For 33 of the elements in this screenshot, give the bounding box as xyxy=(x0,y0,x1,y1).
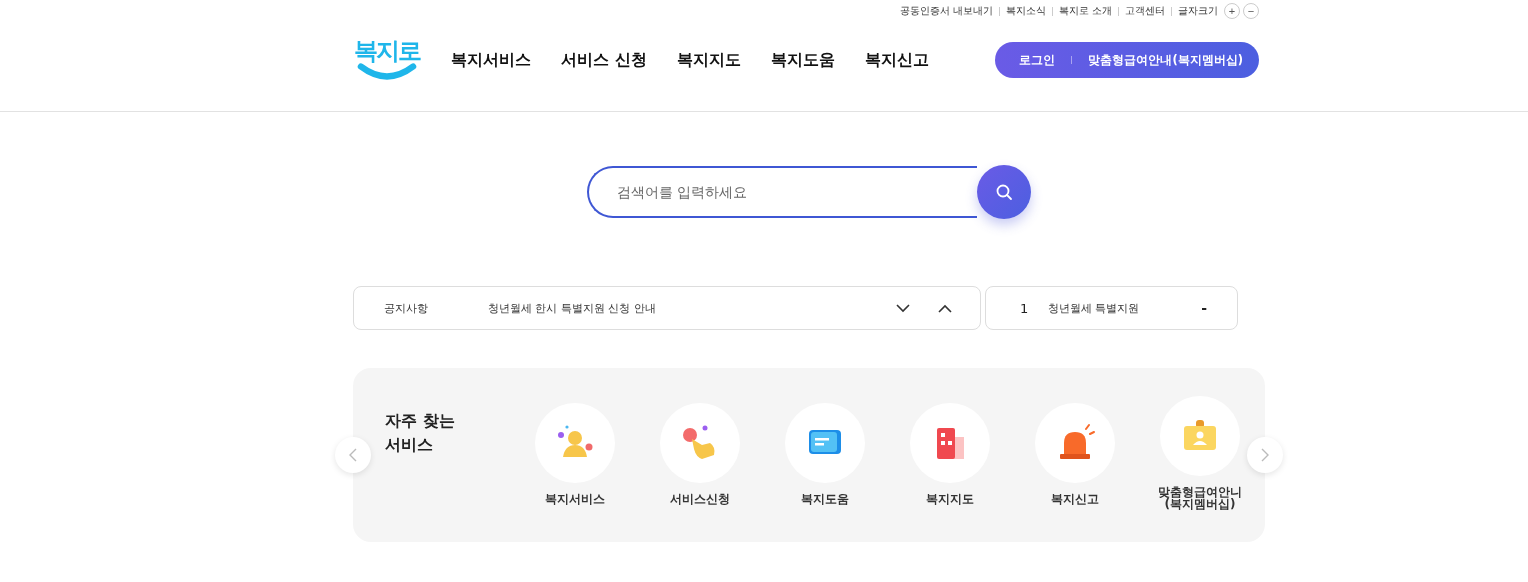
chevron-left-icon xyxy=(349,448,357,462)
service-label: 서비스신청 xyxy=(670,493,730,505)
font-increase-button[interactable]: + xyxy=(1224,3,1240,19)
service-label: 복지신고 xyxy=(1051,493,1099,505)
section-title: 자주 찾는 서비스 xyxy=(385,410,456,456)
service-label: 복지도움 xyxy=(801,493,849,505)
service-label: 복지서비스 xyxy=(545,493,605,505)
nav-link[interactable]: 복지신고 xyxy=(864,49,929,71)
membership-link[interactable]: 맞춤형급여안내(복지멤버십) xyxy=(1088,52,1243,68)
service-label: 복지지도 xyxy=(926,493,974,505)
service-label: 맞춤형급여안니 (복지멤버십) xyxy=(1158,486,1242,510)
search-field[interactable]: 검색어를 입력하세요 xyxy=(587,166,977,218)
nav-link[interactable]: 복지서비스 xyxy=(451,49,531,71)
search-button[interactable] xyxy=(977,165,1031,219)
chevron-down-icon xyxy=(896,303,910,313)
utility-link[interactable]: 복지로 소개 xyxy=(1058,4,1112,18)
utility-link[interactable]: 고객센터 xyxy=(1125,4,1165,18)
utility-link[interactable]: 공동인증서 내보내기 xyxy=(899,4,993,18)
notice-link[interactable]: 청년월세 한시 특별지원 신청 안내 xyxy=(488,300,872,316)
nav-link[interactable]: 서비스 신청 xyxy=(561,49,647,71)
rank-number: 1 xyxy=(1020,300,1030,316)
utility-link[interactable]: 복지소식 xyxy=(1005,4,1046,18)
font-size-label: 글자크기 xyxy=(1178,4,1218,18)
search-icon xyxy=(995,183,1013,201)
chevron-right-icon xyxy=(1261,448,1269,462)
nav-link[interactable]: 복지도움 xyxy=(770,49,835,71)
nav-link[interactable]: 복지지도 xyxy=(676,49,741,71)
login-link[interactable]: 로그인 xyxy=(1019,52,1056,68)
chevron-up-icon xyxy=(938,303,952,313)
font-decrease-button[interactable]: − xyxy=(1243,3,1259,19)
rank-change: - xyxy=(1201,300,1207,316)
notice-label: 공지사항 xyxy=(384,300,429,316)
ranking-keyword[interactable]: 청년월세 특별지원 xyxy=(1048,300,1202,316)
